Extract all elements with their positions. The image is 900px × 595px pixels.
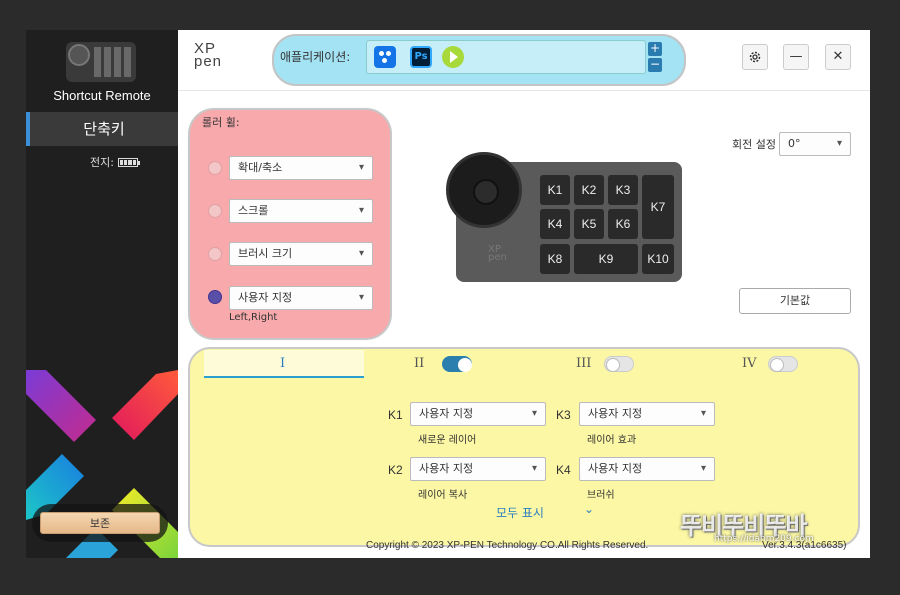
device-key-k9[interactable]: K9 xyxy=(574,244,638,274)
chevron-down-icon: ▾ xyxy=(358,205,364,216)
gear-icon xyxy=(749,51,761,63)
minimize-button[interactable]: — xyxy=(783,44,809,70)
remove-app-button[interactable]: − xyxy=(648,58,662,72)
header-divider xyxy=(178,90,870,91)
device-key-k8[interactable]: K8 xyxy=(540,244,570,274)
tab-set-2[interactable]: II xyxy=(414,356,424,371)
chevron-down-icon: ▾ xyxy=(531,463,537,474)
key-select-value: 사용자 지정 xyxy=(419,407,474,420)
roller-custom-note: Left,Right xyxy=(229,312,278,323)
tab-set-1[interactable]: I xyxy=(280,356,285,371)
chevron-down-icon[interactable]: ⌄ xyxy=(584,502,594,516)
copyright-text: Copyright © 2023 XP-PEN Technology CO.Al… xyxy=(366,540,649,551)
roller-radio-scroll[interactable] xyxy=(208,204,222,218)
roller-radio-zoom[interactable] xyxy=(208,161,222,175)
chevron-down-icon: ▾ xyxy=(358,292,364,303)
device-thumbnail[interactable] xyxy=(66,42,136,82)
add-app-button[interactable]: + xyxy=(648,42,662,56)
settings-app-icon[interactable] xyxy=(374,46,396,68)
key-label-k4: K4 xyxy=(556,463,571,477)
roller-wheel[interactable] xyxy=(446,152,522,228)
application-list xyxy=(366,40,646,74)
roller-option-label: 사용자 지정 xyxy=(238,291,293,304)
roller-radio-custom[interactable] xyxy=(208,290,222,304)
key-select-value: 사용자 지정 xyxy=(588,407,643,420)
chevron-down-icon: ▾ xyxy=(358,162,364,173)
device-key-k1[interactable]: K1 xyxy=(540,175,570,205)
battery-label: 전지: xyxy=(90,156,114,169)
chevron-down-icon: ▾ xyxy=(700,463,706,474)
roller-radio-brush-size[interactable] xyxy=(208,247,222,261)
device-key-k6[interactable]: K6 xyxy=(608,209,638,239)
key-select-k1[interactable]: 사용자 지정 ▾ xyxy=(410,402,546,426)
sidebar: Shortcut Remote 단축키 전지: 보존 xyxy=(26,30,178,558)
tab-set-3-toggle[interactable] xyxy=(604,356,634,372)
device-logo: XP pen xyxy=(488,244,507,263)
device-key-k7[interactable]: K7 xyxy=(642,175,674,239)
default-button[interactable]: 기본값 xyxy=(739,288,851,314)
save-button[interactable]: 보존 xyxy=(40,512,160,534)
show-all-link[interactable]: 모두 표시 xyxy=(496,504,544,521)
roller-option-zoom[interactable]: 확대/축소 ▾ xyxy=(229,156,373,180)
key-select-k4[interactable]: 사용자 지정 ▾ xyxy=(579,457,715,481)
chevron-down-icon: ▾ xyxy=(531,408,537,419)
key-select-value: 사용자 지정 xyxy=(588,462,643,475)
play-app-icon[interactable] xyxy=(442,46,464,68)
rotation-label: 회전 설정 xyxy=(732,138,776,151)
key-select-value: 사용자 지정 xyxy=(419,462,474,475)
application-label: 애플리케이션: xyxy=(280,50,351,64)
roller-option-scroll[interactable]: 스크롤 ▾ xyxy=(229,199,373,223)
xp-pen-logo: XP pen xyxy=(194,40,223,70)
battery-status: 전지: xyxy=(90,154,140,170)
device-key-k4[interactable]: K4 xyxy=(540,209,570,239)
roller-option-label: 확대/축소 xyxy=(238,161,283,174)
key-note-k1: 새로운 레이어 xyxy=(418,435,477,446)
key-select-k2[interactable]: 사용자 지정 ▾ xyxy=(410,457,546,481)
device-name: Shortcut Remote xyxy=(53,88,151,103)
rotation-value: 0° xyxy=(788,137,801,150)
chevron-down-icon: ▾ xyxy=(836,138,842,149)
close-button[interactable]: ✕ xyxy=(825,44,851,70)
chevron-down-icon: ▾ xyxy=(700,408,706,419)
app-add-remove: + − xyxy=(648,42,662,72)
key-note-k3: 레이어 효과 xyxy=(587,435,637,446)
key-note-k2: 레이어 복사 xyxy=(418,490,468,501)
roller-option-custom[interactable]: 사용자 지정 ▾ xyxy=(229,286,373,310)
roller-option-brush-size[interactable]: 브러시 크기 ▾ xyxy=(229,242,373,266)
sidebar-item-shortcuts[interactable]: 단축키 xyxy=(26,112,178,146)
device-key-k5[interactable]: K5 xyxy=(574,209,604,239)
photoshop-icon[interactable]: Ps xyxy=(410,46,432,68)
watermark-url: https://idanm209.com xyxy=(714,534,814,544)
device-key-k2[interactable]: K2 xyxy=(574,175,604,205)
tab-set-2-toggle[interactable] xyxy=(442,356,472,372)
settings-button[interactable] xyxy=(742,44,768,70)
key-label-k2: K2 xyxy=(388,463,403,477)
roller-option-label: 스크롤 xyxy=(238,204,269,217)
key-note-k4: 브러쉬 xyxy=(587,490,615,501)
roller-title: 롤러 휠: xyxy=(202,116,240,129)
tab-set-4-toggle[interactable] xyxy=(768,356,798,372)
key-select-k3[interactable]: 사용자 지정 ▾ xyxy=(579,402,715,426)
device-key-k10[interactable]: K10 xyxy=(642,244,674,274)
tab-set-4[interactable]: IV xyxy=(742,356,757,371)
battery-icon xyxy=(117,157,140,167)
tab-set-3[interactable]: III xyxy=(576,356,591,371)
rotation-select[interactable]: 0° ▾ xyxy=(779,132,851,156)
key-label-k1: K1 xyxy=(388,408,403,422)
roller-option-label: 브러시 크기 xyxy=(238,247,293,260)
chevron-down-icon: ▾ xyxy=(358,248,364,259)
key-label-k3: K3 xyxy=(556,408,571,422)
app-window: Shortcut Remote 단축키 전지: 보존 XP pen 애플리케이션:… xyxy=(26,30,870,558)
device-key-k3[interactable]: K3 xyxy=(608,175,638,205)
